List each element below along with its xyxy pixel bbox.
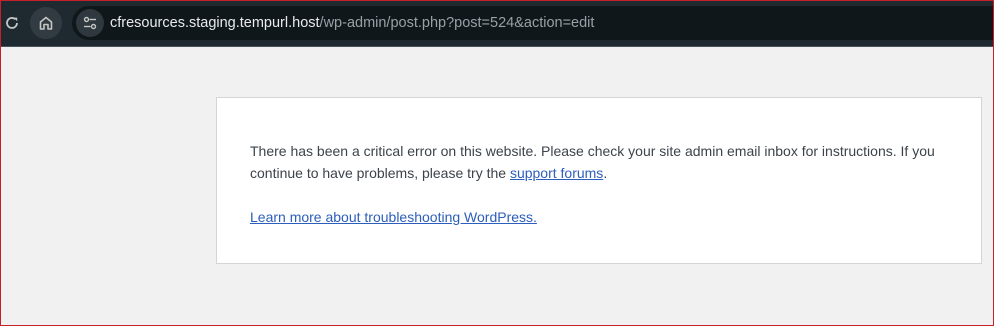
browser-toolbar: cfresources.staging.tempurl.host/wp-admi… (0, 0, 994, 47)
address-bar[interactable]: cfresources.staging.tempurl.host/wp-admi… (72, 6, 994, 40)
home-button[interactable] (30, 7, 62, 39)
home-icon (39, 16, 53, 30)
learn-more-link[interactable]: Learn more about troubleshooting WordPre… (250, 209, 537, 225)
url-text[interactable]: cfresources.staging.tempurl.host/wp-admi… (110, 15, 594, 31)
support-forums-link[interactable]: support forums (510, 165, 603, 181)
url-path: /wp-admin/post.php?post=524&action=edit (319, 15, 595, 31)
learn-more-paragraph: Learn more about troubleshooting WordPre… (250, 206, 537, 228)
reload-icon (6, 17, 18, 29)
reload-button[interactable] (0, 7, 28, 39)
error-message: There has been a critical error on this … (250, 140, 950, 184)
error-message-suffix: . (603, 165, 608, 181)
error-card: There has been a critical error on this … (216, 97, 982, 264)
site-settings-icon (83, 16, 97, 30)
site-settings-button[interactable] (76, 9, 104, 37)
url-host: cfresources.staging.tempurl.host (110, 15, 320, 31)
